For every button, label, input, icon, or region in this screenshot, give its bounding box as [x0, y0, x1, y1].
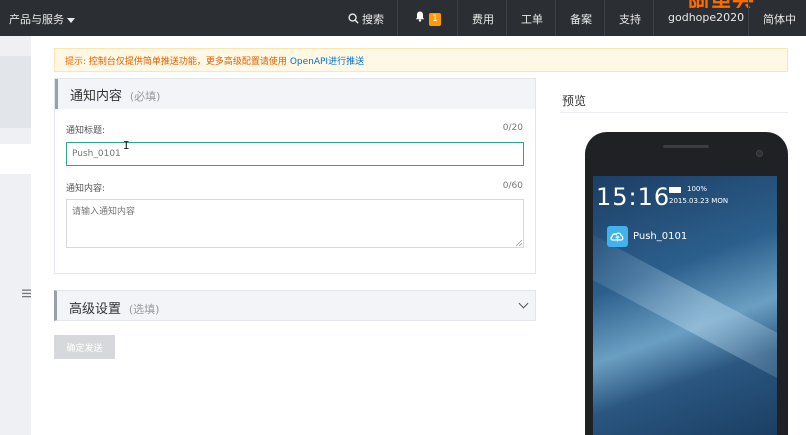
sidebar-block	[0, 56, 31, 128]
phone-screen: 15:16 100% 2015.03.23 MON Push_0101	[593, 176, 777, 435]
notice-title-input[interactable]	[66, 142, 524, 166]
support-link[interactable]: 支持	[619, 11, 641, 27]
support-label: 支持	[619, 13, 641, 26]
notice-content-textarea[interactable]	[66, 199, 524, 248]
bell-icon	[415, 11, 425, 22]
billing-label: 费用	[472, 13, 494, 26]
phone-camera	[756, 150, 763, 157]
caret-down-icon	[67, 17, 75, 23]
divider	[457, 0, 458, 36]
sidebar-gap	[0, 144, 31, 174]
content-char-count: 0/60	[502, 181, 523, 191]
list-toggle-icon[interactable]	[22, 289, 31, 301]
openapi-link[interactable]: OpenAPI进行推送	[290, 57, 364, 67]
phone-speaker	[663, 145, 709, 148]
notice-content-panel: 通知内容 (必填) 通知标题: 0/20 通知内容: 0/60	[54, 78, 536, 274]
advanced-settings-section[interactable]: 高级设置 (选填)	[54, 290, 536, 321]
lockscreen-clock: 15:16	[596, 183, 671, 211]
tip-text: 控制台仅提供简单推送功能，更多高级配置请使用	[88, 57, 287, 67]
tip-label: 提示:	[65, 57, 87, 67]
username-label: godhope2020	[668, 11, 745, 24]
top-navbar: 阿里云 产品与服务 搜索 1 费用 工单 备案 支持 godhope2020 简…	[0, 0, 806, 36]
panel-header: 通知内容 (必填)	[55, 79, 535, 109]
search-icon	[348, 13, 359, 24]
preview-title: 预览	[562, 94, 587, 108]
divider	[748, 0, 749, 36]
search-button[interactable]: 搜索	[348, 11, 384, 27]
user-menu[interactable]: godhope2020	[668, 11, 744, 24]
confirm-send-button[interactable]: 确定发送	[54, 335, 115, 359]
resize-grip-icon[interactable]	[515, 239, 523, 247]
chevron-down-icon[interactable]	[518, 298, 529, 309]
billing-link[interactable]: 费用	[472, 11, 494, 27]
aliyun-logo[interactable]: 阿里云	[688, 0, 754, 8]
language-label: 简体中	[763, 13, 796, 26]
lockscreen-date: 2015.03.23 MON	[669, 197, 729, 205]
panel-title: 通知内容	[70, 89, 123, 104]
divider	[604, 0, 605, 36]
content-field-label: 通知内容:	[66, 184, 106, 194]
language-menu[interactable]: 简体中	[763, 11, 796, 27]
divider	[397, 0, 398, 36]
notifications-button[interactable]: 1	[415, 11, 441, 26]
phone-preview: 15:16 100% 2015.03.23 MON Push_0101	[585, 132, 788, 435]
icp-link[interactable]: 备案	[570, 11, 592, 27]
cloud-icon	[607, 226, 628, 247]
logo-text: 阿里云	[688, 0, 754, 8]
title-field-label: 通知标题:	[66, 126, 106, 136]
text-cursor-icon: I	[123, 139, 130, 152]
optional-hint: (选填)	[128, 303, 160, 316]
products-menu[interactable]: 产品与服务	[9, 11, 75, 27]
battery-percent: 100%	[687, 185, 708, 193]
wallpaper-streak	[593, 227, 777, 405]
battery-icon	[669, 187, 681, 193]
divider	[555, 0, 556, 36]
products-menu-label: 产品与服务	[9, 13, 64, 26]
icp-label: 备案	[570, 13, 592, 26]
left-sidebar	[0, 36, 31, 435]
advanced-title: 高级设置	[69, 302, 122, 317]
search-label: 搜索	[362, 13, 384, 26]
tickets-link[interactable]: 工单	[521, 11, 543, 27]
tip-banner: 提示: 控制台仅提供简单推送功能，更多高级配置请使用 OpenAPI进行推送	[54, 48, 788, 72]
divider	[506, 0, 507, 36]
notification-title-preview: Push_0101	[633, 231, 688, 242]
divider	[653, 0, 654, 36]
required-hint: (必填)	[129, 90, 161, 103]
tickets-label: 工单	[521, 13, 543, 26]
divider	[560, 112, 788, 113]
notification-badge: 1	[429, 13, 441, 26]
title-char-count: 0/20	[502, 123, 523, 133]
